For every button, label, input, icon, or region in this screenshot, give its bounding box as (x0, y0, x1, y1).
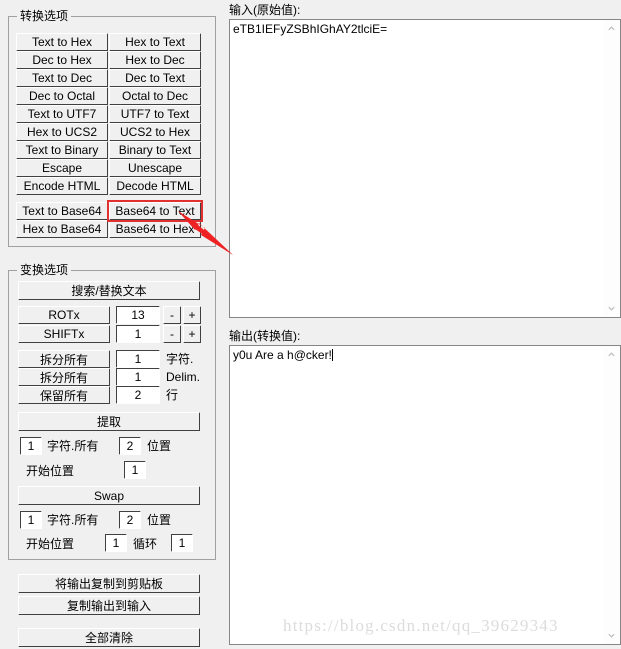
label-swap-start-position: 开始位置 (26, 537, 75, 551)
button-keep-all-lines[interactable]: 保留所有 (18, 386, 110, 404)
label-extract-start-position: 开始位置 (26, 464, 75, 478)
button-ucs2-to-hex[interactable]: UCS2 to Hex (109, 123, 201, 141)
chevron-down-icon[interactable] (603, 300, 620, 317)
button-decode-html[interactable]: Decode HTML (109, 177, 201, 195)
left-control-panel: 转换选项 Text to Hex Dec to Hex Text to Dec … (0, 0, 225, 649)
chevron-down-icon[interactable] (603, 627, 620, 644)
button-copy-output-to-input[interactable]: 复制输出到输入 (18, 596, 200, 615)
input-area-label: 输入(原始值): (229, 3, 301, 17)
button-dec-to-text[interactable]: Dec to Text (109, 69, 201, 87)
label-split-chars-unit: 字符. (166, 352, 194, 366)
label-extract-char-count: 字符.所有 (47, 439, 99, 453)
button-base64-to-hex[interactable]: Base64 to Hex (109, 220, 201, 238)
button-text-to-binary[interactable]: Text to Binary (16, 141, 108, 159)
chevron-up-icon[interactable] (603, 20, 620, 37)
label-split-delim-unit: Delim. (166, 370, 201, 384)
button-hex-to-base64[interactable]: Hex to Base64 (16, 220, 108, 238)
transform-options-title: 变换选项 (17, 263, 72, 277)
label-swap-position: 位置 (147, 513, 172, 527)
input-textarea[interactable]: eTB1IEFyZSBhIGhAY2tlciE= (229, 19, 621, 318)
output-area-label: 输出(转换值): (229, 329, 301, 343)
button-dec-to-octal[interactable]: Dec to Octal (16, 87, 108, 105)
input-extract-char-count[interactable]: 1 (20, 437, 42, 455)
button-rotx-increment[interactable]: + (183, 306, 201, 324)
button-split-all-chars[interactable]: 拆分所有 (18, 350, 110, 368)
label-swap-loop: 循环 (133, 537, 158, 551)
label-keep-lines-unit: 行 (166, 388, 179, 402)
output-textarea-text: y0u Are a h@cker! (233, 348, 332, 362)
button-base64-to-text[interactable]: Base64 to Text (107, 200, 203, 222)
input-swap-loop-value[interactable]: 1 (171, 534, 193, 552)
output-textarea[interactable]: y0u Are a h@cker! (229, 345, 621, 645)
button-search-replace-text[interactable]: 搜索/替换文本 (18, 281, 200, 300)
input-extract-start-position[interactable]: 1 (124, 461, 146, 479)
input-split-delim-value[interactable]: 1 (116, 368, 160, 386)
button-binary-to-text[interactable]: Binary to Text (109, 141, 201, 159)
label-swap-char-count: 字符.所有 (47, 513, 99, 527)
input-keep-lines-value[interactable]: 2 (116, 386, 160, 404)
button-split-all-delim[interactable]: 拆分所有 (18, 368, 110, 386)
button-octal-to-dec[interactable]: Octal to Dec (109, 87, 201, 105)
input-swap-start-position[interactable]: 1 (105, 534, 127, 552)
button-hex-to-dec[interactable]: Hex to Dec (109, 51, 201, 69)
input-rotx-value[interactable]: 13 (116, 306, 160, 324)
conversion-options-title: 转换选项 (17, 9, 72, 23)
input-extract-position[interactable]: 2 (119, 437, 141, 455)
button-unescape[interactable]: Unescape (109, 159, 201, 177)
button-rotx-decrement[interactable]: - (163, 306, 181, 324)
button-hex-to-ucs2[interactable]: Hex to UCS2 (16, 123, 108, 141)
button-text-to-hex[interactable]: Text to Hex (16, 33, 108, 51)
input-split-chars-value[interactable]: 1 (116, 350, 160, 368)
watermark-text: https://blog.csdn.net/qq_39629343 (283, 616, 559, 635)
button-text-to-utf7[interactable]: Text to UTF7 (16, 105, 108, 123)
button-escape[interactable]: Escape (16, 159, 108, 177)
input-swap-char-count[interactable]: 1 (20, 511, 42, 529)
button-hex-to-text[interactable]: Hex to Text (109, 33, 201, 51)
input-textarea-value: eTB1IEFyZSBhIGhAY2tlciE= (233, 22, 388, 36)
output-textarea-scrollbar[interactable] (602, 346, 620, 644)
button-rotx[interactable]: ROTx (18, 306, 110, 324)
button-copy-output-to-clipboard[interactable]: 将输出复制到剪贴板 (18, 574, 200, 593)
button-shiftx-decrement[interactable]: - (163, 325, 181, 343)
right-io-panel: 输入(原始值): eTB1IEFyZSBhIGhAY2tlciE= 输出(转换值… (228, 0, 621, 649)
output-textarea-value: y0u Are a h@cker! (233, 348, 600, 363)
label-extract-position: 位置 (147, 439, 172, 453)
input-shiftx-value[interactable]: 1 (116, 325, 160, 343)
button-swap[interactable]: Swap (18, 486, 200, 505)
button-shiftx-increment[interactable]: + (183, 325, 201, 343)
chevron-up-icon[interactable] (603, 346, 620, 363)
button-text-to-base64[interactable]: Text to Base64 (16, 202, 108, 220)
input-swap-position[interactable]: 2 (119, 511, 141, 529)
button-encode-html[interactable]: Encode HTML (16, 177, 108, 195)
button-utf7-to-text[interactable]: UTF7 to Text (109, 105, 201, 123)
button-clear-all[interactable]: 全部清除 (18, 628, 200, 647)
input-textarea-scrollbar[interactable] (602, 20, 620, 317)
button-text-to-dec[interactable]: Text to Dec (16, 69, 108, 87)
button-extract[interactable]: 提取 (18, 412, 200, 431)
text-cursor (331, 349, 333, 361)
button-dec-to-hex[interactable]: Dec to Hex (16, 51, 108, 69)
button-shiftx[interactable]: SHIFTx (18, 325, 110, 343)
